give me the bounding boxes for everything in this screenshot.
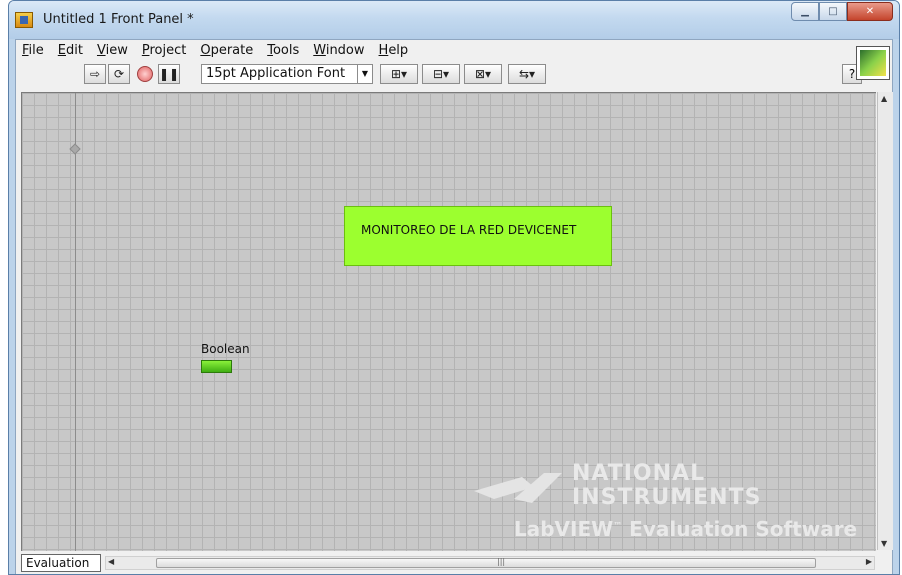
ni-watermark: NATIONAL INSTRUMENTS LabVIEW™ Evaluation… [474, 461, 874, 549]
toolbar: ⇨ ⟳ ❚❚ 15pt Application Font ▼ ⊞▾ ⊟▾ ⊠▾ … [16, 62, 892, 86]
align-objects-icon[interactable]: ⊞▾ [380, 64, 418, 84]
run-arrow-icon[interactable]: ⇨ [84, 64, 106, 84]
vertical-scrollbar[interactable]: ▲ ▼ [877, 92, 893, 550]
menu-tools[interactable]: Tools [267, 43, 299, 58]
title-bar[interactable]: Untitled 1 Front Panel * ▁ □ ✕ [9, 1, 899, 39]
maximize-button[interactable]: □ [819, 2, 847, 21]
window-controls: ▁ □ ✕ [791, 2, 893, 22]
font-selector-label: 15pt Application Font [206, 66, 346, 81]
window-title: Untitled 1 Front Panel * [43, 12, 194, 27]
scroll-down-icon[interactable]: ▼ [881, 539, 887, 548]
client-area: File Edit View Project Operate Tools Win… [15, 39, 893, 574]
title-decoration[interactable]: MONITOREO DE LA RED DEVICENET [344, 206, 612, 266]
menu-project[interactable]: Project [142, 43, 187, 58]
banner-text: MONITOREO DE LA RED DEVICENET [361, 223, 577, 237]
front-panel-window: Untitled 1 Front Panel * ▁ □ ✕ File Edit… [8, 0, 900, 575]
scroll-right-icon[interactable]: ▶ [866, 557, 872, 566]
boolean-led[interactable] [201, 360, 232, 373]
abort-icon[interactable] [134, 64, 156, 84]
origin-marker [69, 143, 81, 155]
labview-app-icon [15, 12, 33, 28]
evaluation-tab[interactable]: Evaluation [21, 554, 101, 572]
watermark-line3: LabVIEW™ Evaluation Software [514, 517, 857, 541]
watermark-eval: Evaluation Software [629, 517, 858, 541]
watermark-labview: LabVIEW [514, 517, 614, 541]
menu-edit[interactable]: Edit [58, 43, 83, 58]
origin-line [75, 93, 76, 551]
scroll-thumb[interactable]: ||| [156, 557, 816, 568]
menu-bar: File Edit View Project Operate Tools Win… [16, 40, 892, 60]
watermark-line1: NATIONAL [572, 461, 706, 486]
scroll-grip-icon: ||| [497, 557, 506, 566]
vi-icon[interactable] [856, 46, 890, 80]
ni-logo-icon [474, 473, 562, 503]
menu-operate[interactable]: Operate [200, 43, 253, 58]
scroll-up-icon[interactable]: ▲ [881, 94, 887, 103]
boolean-label[interactable]: Boolean [201, 342, 250, 356]
pause-icon[interactable]: ❚❚ [158, 64, 180, 84]
watermark-tm: ™ [613, 521, 623, 532]
menu-file[interactable]: File [22, 43, 44, 58]
font-selector[interactable]: 15pt Application Font ▼ [201, 64, 373, 84]
menu-help[interactable]: Help [379, 43, 409, 58]
watermark-line2: INSTRUMENTS [572, 485, 762, 510]
distribute-objects-icon[interactable]: ⊟▾ [422, 64, 460, 84]
front-panel-canvas[interactable]: MONITOREO DE LA RED DEVICENET Boolean NA… [21, 92, 876, 551]
menu-window[interactable]: Window [313, 43, 364, 58]
status-bar: Evaluation ◀ ||| ▶ [21, 552, 875, 572]
scroll-left-icon[interactable]: ◀ [108, 557, 114, 566]
chevron-down-icon: ▼ [357, 65, 372, 83]
resize-objects-icon[interactable]: ⊠▾ [464, 64, 502, 84]
close-button[interactable]: ✕ [847, 2, 893, 21]
minimize-button[interactable]: ▁ [791, 2, 819, 21]
horizontal-scrollbar[interactable]: ◀ ||| ▶ [105, 556, 875, 570]
run-continuously-icon[interactable]: ⟳ [108, 64, 130, 84]
menu-view[interactable]: View [97, 43, 128, 58]
reorder-icon[interactable]: ⇆▾ [508, 64, 546, 84]
